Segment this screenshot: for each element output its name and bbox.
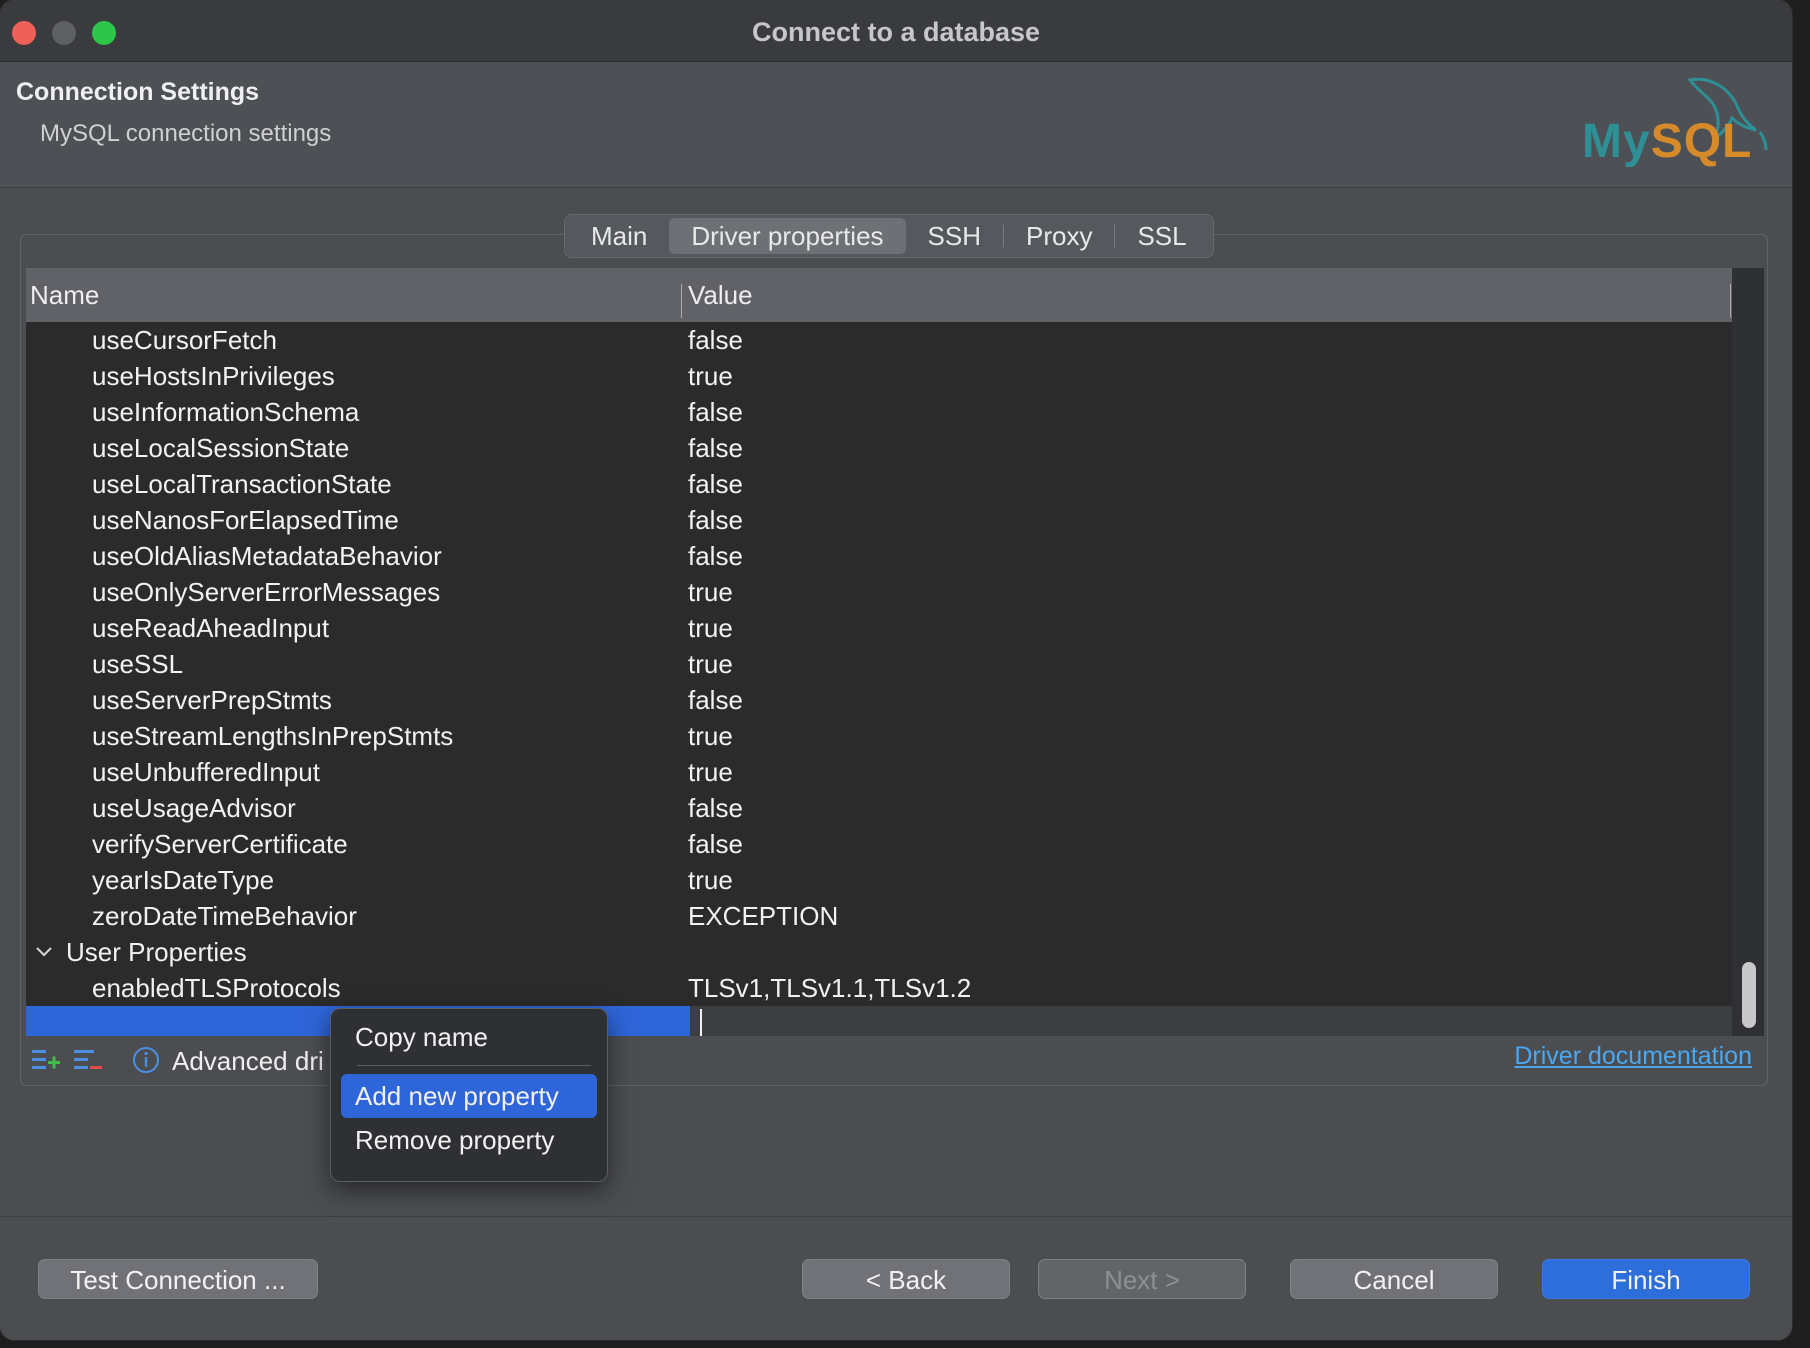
test-connection-button[interactable]: Test Connection ... [38, 1259, 318, 1299]
group-row-user-properties[interactable]: User Properties [26, 934, 1732, 970]
table-row[interactable]: useReadAheadInput true [26, 610, 1732, 646]
table-row[interactable]: yearIsDateType true [26, 862, 1732, 898]
column-header-value[interactable]: Value [688, 280, 753, 311]
property-name: useUnbufferedInput [92, 757, 320, 787]
table-row[interactable]: useStreamLengthsInPrepStmts true [26, 718, 1732, 754]
property-name: useNanosForElapsedTime [92, 505, 399, 535]
property-name: useInformationSchema [92, 397, 360, 427]
settings-tabs: Main Driver properties SSH Proxy SSL [564, 214, 1214, 258]
section-subtitle: MySQL connection settings [40, 120, 332, 147]
property-name: useReadAheadInput [92, 613, 330, 643]
menu-item-copy-name[interactable]: Copy name [341, 1015, 597, 1059]
property-value[interactable]: true [688, 649, 733, 680]
connect-dialog: Connect to a database Connection Setting… [0, 0, 1792, 1340]
property-value[interactable]: true [688, 865, 733, 896]
table-row[interactable]: useUnbufferedInput true [26, 754, 1732, 790]
property-value[interactable]: true [688, 577, 733, 608]
properties-table: Name Value useCursorFetch false useHostsIn… [26, 268, 1764, 1036]
property-name: useUsageAdvisor [92, 793, 296, 823]
new-property-row[interactable] [26, 1006, 1732, 1036]
table-rows: useCursorFetch false useHostsInPrivileges t… [26, 322, 1732, 1036]
finish-button[interactable]: Finish [1542, 1259, 1750, 1299]
column-resize-handle[interactable] [1730, 284, 1731, 318]
mysql-logo: MySQL [1570, 68, 1780, 180]
mysql-wordmark: MySQL [1582, 115, 1753, 168]
table-row[interactable]: useLocalTransactionState false [26, 466, 1732, 502]
menu-item-remove-property[interactable]: Remove property [341, 1118, 597, 1162]
tab-ssl[interactable]: SSL [1115, 218, 1208, 254]
property-value[interactable]: false [688, 829, 743, 860]
tab-driver-properties[interactable]: Driver properties [669, 218, 906, 254]
driver-documentation-link[interactable]: Driver documentation [1514, 1042, 1752, 1071]
property-value[interactable]: false [688, 505, 743, 536]
tab-main[interactable]: Main [569, 218, 669, 254]
scrollbar-thumb[interactable] [1742, 962, 1756, 1028]
property-name: useStreamLengthsInPrepStmts [92, 721, 454, 751]
vertical-scrollbar[interactable] [1732, 268, 1764, 1036]
column-resize-handle[interactable] [681, 284, 682, 318]
property-value[interactable]: false [688, 433, 743, 464]
property-name: useHostsInPrivileges [92, 361, 335, 391]
property-value[interactable]: false [688, 685, 743, 716]
text-caret [700, 1009, 702, 1036]
property-value[interactable]: true [688, 757, 733, 788]
remove-property-icon[interactable] [72, 1046, 104, 1074]
property-value[interactable]: true [688, 721, 733, 752]
tab-ssh[interactable]: SSH [906, 218, 1003, 254]
section-title: Connection Settings [16, 78, 260, 106]
context-menu: Copy name Add new property Remove proper… [330, 1008, 608, 1182]
property-value[interactable]: EXCEPTION [688, 901, 838, 932]
menu-item-add-new-property[interactable]: Add new property [341, 1074, 597, 1118]
property-name: yearIsDateType [92, 865, 275, 895]
table-row[interactable]: useInformationSchema false [26, 394, 1732, 430]
property-name: useLocalSessionState [92, 433, 350, 463]
table-row[interactable]: useLocalSessionState false [26, 430, 1732, 466]
table-row[interactable]: useServerPrepStmts false [26, 682, 1732, 718]
table-row[interactable]: useUsageAdvisor false [26, 790, 1732, 826]
dialog-button-bar: Test Connection ... < Back Next > Cancel… [0, 1216, 1792, 1340]
property-value[interactable]: false [688, 793, 743, 824]
group-label: User Properties [66, 937, 247, 967]
info-icon [133, 1047, 159, 1073]
table-row[interactable]: useOldAliasMetadataBehavior false [26, 538, 1732, 574]
connection-settings-header: Connection Settings MySQL connection set… [0, 62, 1792, 188]
property-value[interactable]: false [688, 469, 743, 500]
property-name: useCursorFetch [92, 325, 277, 355]
property-name: verifyServerCertificate [92, 829, 348, 859]
property-name: zeroDateTimeBehavior [92, 901, 357, 931]
table-row[interactable]: useHostsInPrivileges true [26, 358, 1732, 394]
property-name: useOnlyServerErrorMessages [92, 577, 441, 607]
table-row[interactable]: verifyServerCertificate false [26, 826, 1732, 862]
property-name: enabledTLSProtocols [92, 973, 341, 1003]
property-value[interactable]: false [688, 541, 743, 572]
next-button[interactable]: Next > [1038, 1259, 1246, 1299]
cancel-button[interactable]: Cancel [1290, 1259, 1498, 1299]
advanced-driver-hint: Advanced dri [172, 1046, 324, 1076]
table-header: Name Value [26, 268, 1732, 322]
table-row[interactable]: useOnlyServerErrorMessages true [26, 574, 1732, 610]
new-property-value-input[interactable] [690, 1006, 1732, 1036]
chevron-down-icon[interactable] [32, 939, 56, 963]
property-value[interactable]: true [688, 361, 733, 392]
property-name: useServerPrepStmts [92, 685, 332, 715]
window-title: Connect to a database [751, 17, 1041, 47]
table-row[interactable]: zeroDateTimeBehavior EXCEPTION [26, 898, 1732, 934]
table-row[interactable]: useSSL true [26, 646, 1732, 682]
property-value[interactable]: TLSv1,TLSv1.1,TLSv1.2 [688, 973, 971, 1004]
add-property-icon[interactable] [30, 1046, 62, 1074]
property-value[interactable]: false [688, 397, 743, 428]
back-button[interactable]: < Back [802, 1259, 1010, 1299]
property-value[interactable]: true [688, 613, 733, 644]
table-row[interactable]: useNanosForElapsedTime false [26, 502, 1732, 538]
property-name: useOldAliasMetadataBehavior [92, 541, 442, 571]
property-name: useLocalTransactionState [92, 469, 392, 499]
table-row[interactable]: useCursorFetch false [26, 322, 1732, 358]
title-bar: Connect to a database [0, 0, 1792, 62]
tab-proxy[interactable]: Proxy [1004, 218, 1114, 254]
property-value[interactable]: false [688, 325, 743, 356]
property-name: useSSL [92, 649, 184, 679]
table-row[interactable]: enabledTLSProtocols TLSv1,TLSv1.1,TLSv1.2 [26, 970, 1732, 1006]
menu-separator [357, 1065, 591, 1066]
column-header-name[interactable]: Name [30, 280, 99, 311]
